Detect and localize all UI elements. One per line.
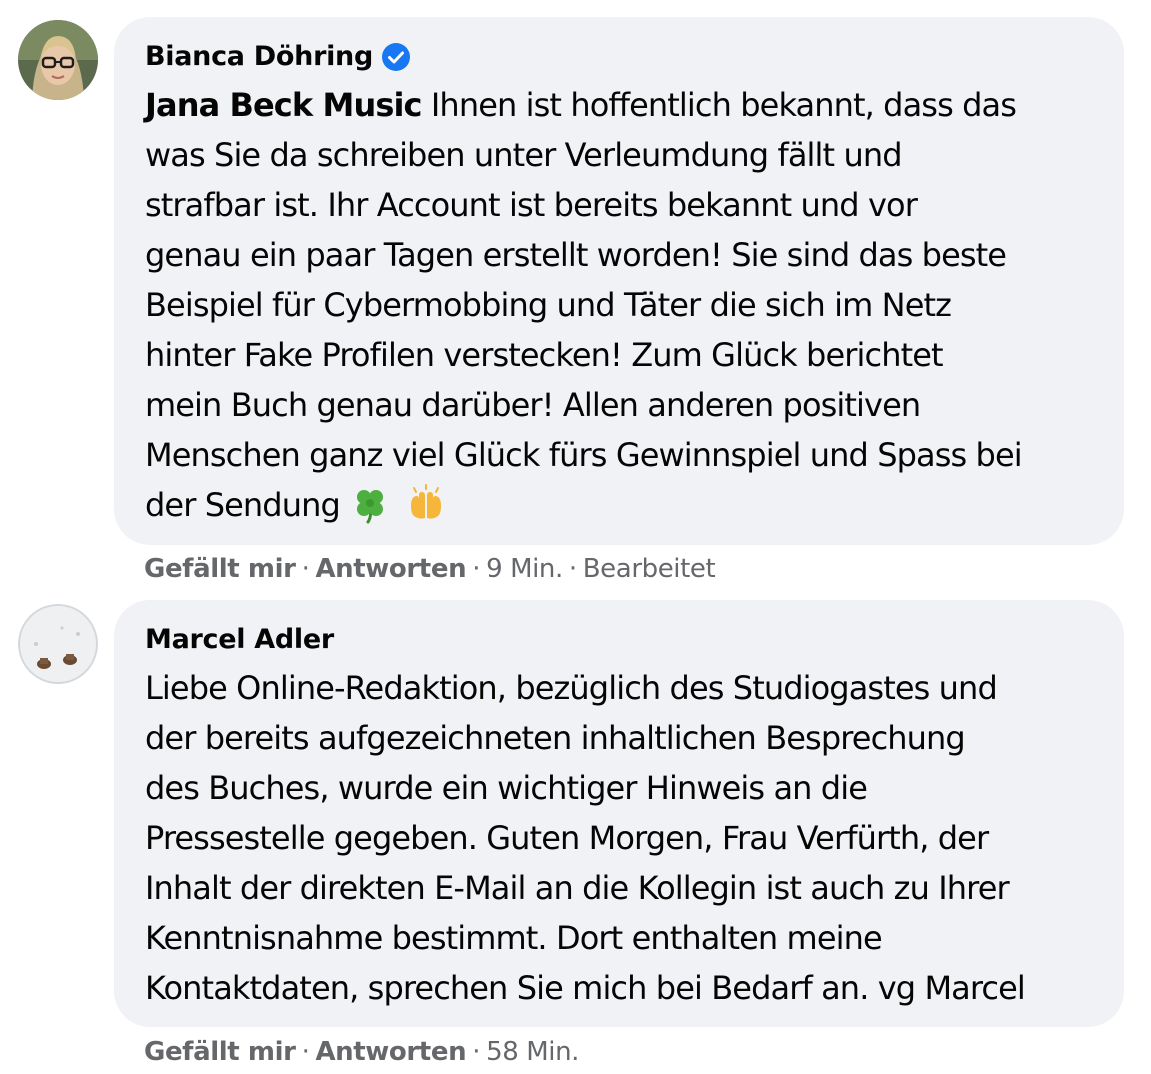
reply-button[interactable]: Antworten <box>315 554 466 584</box>
author-name[interactable]: Marcel Adler <box>145 622 334 658</box>
verified-badge-icon <box>382 43 411 71</box>
woman-with-glasses-avatar-icon <box>18 20 98 100</box>
separator: · <box>568 554 577 584</box>
comment-actions: Gefällt mir · Antworten · 58 Min. <box>144 1034 579 1070</box>
timestamp[interactable]: 58 Min. <box>486 1037 579 1067</box>
raising-hands-icon <box>410 484 441 519</box>
like-button[interactable]: Gefällt mir <box>144 1037 296 1067</box>
comment-bubble: Bianca Döhring Jana Beck Music Ihnen ist… <box>114 17 1124 545</box>
reply-button[interactable]: Antworten <box>315 1037 466 1067</box>
separator: · <box>472 1037 481 1067</box>
like-button[interactable]: Gefällt mir <box>144 554 296 584</box>
separator: · <box>301 1037 310 1067</box>
avatar[interactable] <box>18 604 98 684</box>
separator: · <box>472 554 481 584</box>
avatar[interactable] <box>18 20 98 100</box>
four-leaf-clover-icon <box>356 490 383 524</box>
comment-author: Bianca Döhring <box>145 39 1100 75</box>
comment-body: Ihnen ist hoffentlich bekannt, dass das … <box>145 86 1023 524</box>
edited-label[interactable]: Bearbeitet <box>583 554 716 584</box>
comment-author: Marcel Adler <box>145 622 1100 658</box>
comment-actions: Gefällt mir · Antworten · 9 Min. · Bearbeitet <box>144 551 716 587</box>
separator: · <box>301 554 310 584</box>
snow-shoes-avatar-icon <box>18 604 98 684</box>
mention-link[interactable]: Jana Beck Music <box>145 86 423 124</box>
comment-text: Liebe Online-Redaktion, bezüglich des St… <box>145 669 1026 1007</box>
comment-text: Jana Beck Music Ihnen ist hoffentlich be… <box>145 80 1100 530</box>
comment-bubble: Marcel Adler Liebe Online-Redaktion, bez… <box>114 600 1124 1027</box>
author-name[interactable]: Bianca Döhring <box>145 39 373 75</box>
timestamp[interactable]: 9 Min. <box>486 554 563 584</box>
